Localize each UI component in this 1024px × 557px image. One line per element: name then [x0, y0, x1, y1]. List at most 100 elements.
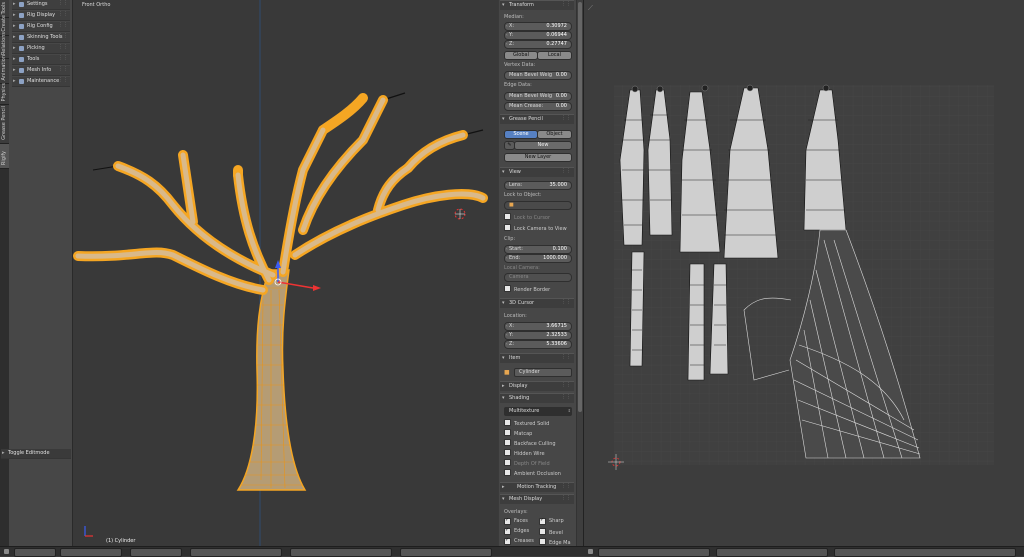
uv-sync-buttons[interactable] [834, 548, 1016, 557]
panel-header-mesh-display[interactable]: ▾ Mesh Display ⋮⋮ [500, 494, 574, 504]
toggle-editmode-panel[interactable]: ▸ Toggle Editmode [1, 449, 71, 459]
shelf-item-maintenance[interactable]: ▸ Maintenance ⋮⋮ [12, 77, 70, 87]
local-button[interactable]: Local [537, 51, 572, 60]
editor-type-icon[interactable] [4, 549, 9, 554]
shelf-item-skinning-tools[interactable]: ▸ Skinning Tools ⋮⋮ [12, 33, 70, 43]
scene-button[interactable]: Scene [504, 130, 538, 139]
object-name-field[interactable]: Cylinder [514, 368, 572, 377]
panel-title: Shading [509, 395, 530, 401]
shading-mode-dropdown[interactable]: Multitexture ⇕ [504, 407, 572, 416]
textured-solid-checkbox[interactable]: Textured Solid [504, 419, 550, 427]
edge-marks-checkbox[interactable]: Edge Ma [539, 538, 571, 546]
faces-checkbox[interactable]: Faces [504, 518, 528, 525]
drag-handle-icon[interactable]: ⋮⋮ [561, 168, 571, 174]
drag-handle-icon[interactable]: ⋮⋮ [58, 22, 68, 28]
global-button[interactable]: Global [504, 51, 538, 60]
snap-buttons[interactable] [290, 548, 392, 557]
shelf-item-settings[interactable]: ▸ Settings ⋮⋮ [12, 0, 70, 10]
lens-field[interactable]: ‹ Lens: 35.000 [504, 181, 572, 190]
creases-checkbox[interactable]: Creases [504, 538, 534, 545]
field-key: Y: [509, 32, 514, 38]
cursor-y-field[interactable]: ‹ Y: 2.32533 [504, 331, 572, 340]
cursor-z-field[interactable]: ‹ Z: 5.33606 [504, 340, 572, 349]
local-camera-field[interactable]: Camera [504, 273, 572, 282]
drag-handle-icon[interactable]: ⋮⋮ [561, 1, 571, 7]
uv-image-editor[interactable]: ⟋ [583, 0, 1024, 546]
mean-bevel-weight-edge-field[interactable]: Mean Bevel Weig 0.00 [504, 92, 572, 101]
field-value: 1000.000 [543, 255, 567, 261]
cursor-x-field[interactable]: ‹ X: 3.66715 [504, 322, 572, 331]
lock-camera-to-view-checkbox[interactable]: Lock Camera to View [504, 224, 567, 232]
bevel-checkbox[interactable]: Bevel [539, 528, 563, 536]
tab-grease-pencil[interactable]: Grease Pencil [0, 105, 9, 144]
lock-to-cursor-checkbox[interactable]: Lock to Cursor [504, 213, 550, 221]
shading-buttons[interactable] [190, 548, 282, 557]
drag-handle-icon[interactable]: ⋮⋮ [561, 354, 571, 360]
layer-buttons[interactable] [400, 548, 492, 557]
uv-editor-type-icon[interactable] [588, 549, 593, 554]
hidden-wire-checkbox[interactable]: Hidden Wire [504, 449, 545, 457]
select-menu-button[interactable] [60, 548, 122, 557]
median-x-field[interactable]: ‹ X: 0.30972 [504, 22, 572, 31]
scrollbar-thumb[interactable] [578, 2, 582, 412]
mode-dropdown[interactable] [130, 548, 182, 557]
panel-header-motion-tracking[interactable]: ▸ Motion Tracking ⋮⋮ [500, 482, 574, 492]
panel-header-3d-cursor[interactable]: ▾ 3D Cursor ⋮⋮ [500, 298, 574, 308]
drag-handle-icon[interactable]: ⋮⋮ [58, 66, 68, 72]
drag-handle-icon[interactable]: ⋮⋮ [58, 44, 68, 50]
sharp-checkbox[interactable]: Sharp [539, 518, 564, 525]
3d-cursor-icon[interactable] [454, 208, 466, 220]
shelf-item-rig-config[interactable]: ▸ Rig Config ⋮⋮ [12, 22, 70, 32]
drag-handle-icon[interactable]: ⋮⋮ [561, 483, 571, 489]
panel-header-grease-pencil[interactable]: ▾ Grease Pencil ⋮⋮ [500, 114, 574, 124]
drag-handle-icon[interactable]: ⋮⋮ [58, 55, 68, 61]
uv-menus[interactable] [598, 548, 710, 557]
tab-physics[interactable]: Physics [0, 83, 9, 105]
tab-animation[interactable]: Animation [0, 55, 9, 84]
3d-viewport[interactable] [73, 0, 498, 546]
mean-bevel-weight-vertex-field[interactable]: Mean Bevel Weig 0.00 [504, 71, 572, 80]
lock-object-field[interactable]: ■ [504, 201, 572, 210]
field-key: Mean Bevel Weig [509, 93, 553, 99]
drag-handle-icon[interactable]: ⋮⋮ [58, 11, 68, 17]
median-z-field[interactable]: ‹ Z: 0.27747 [504, 40, 572, 49]
checkbox-label: Textured Solid [514, 421, 550, 427]
backface-culling-checkbox[interactable]: Backface Culling [504, 439, 556, 447]
properties-scrollbar[interactable] [576, 0, 583, 546]
depth-of-field-checkbox[interactable]: Depth Of Field [504, 459, 550, 467]
object-button[interactable]: Object [537, 130, 572, 139]
clip-end-field[interactable]: ‹ End: 1000.000 [504, 254, 572, 263]
drag-handle-icon[interactable]: ⋮⋮ [561, 382, 571, 388]
panel-header-display[interactable]: ▸ Display ⋮⋮ [500, 381, 574, 391]
panel-header-transform[interactable]: ▾ Transform ⋮⋮ [500, 0, 574, 10]
drag-handle-icon[interactable]: ⋮⋮ [58, 77, 68, 83]
median-y-field[interactable]: ‹ Y: 0.06944 [504, 31, 572, 40]
ambient-occlusion-checkbox[interactable]: Ambient Occlusion [504, 469, 561, 477]
uv-image-selector[interactable] [716, 548, 828, 557]
shelf-item-tools[interactable]: ▸ Tools ⋮⋮ [12, 55, 70, 65]
new-layer-button[interactable]: New Layer [504, 153, 572, 162]
panel-header-item[interactable]: ▾ Item ⋮⋮ [500, 353, 574, 363]
edges-checkbox[interactable]: Edges [504, 528, 529, 535]
drag-handle-icon[interactable]: ⋮⋮ [561, 115, 571, 121]
new-grease-pencil-button[interactable]: New [514, 141, 572, 150]
render-border-checkbox[interactable]: Render Border [504, 285, 550, 293]
shelf-item-rig-display[interactable]: ▸ Rig Display ⋮⋮ [12, 11, 70, 21]
panel-title: Motion Tracking [517, 484, 557, 490]
shelf-item-picking[interactable]: ▸ Picking ⋮⋮ [12, 44, 70, 54]
view-menu-button[interactable] [14, 548, 56, 557]
corner-drag-icon[interactable]: ⟋ [588, 4, 593, 13]
drag-handle-icon[interactable]: ⋮⋮ [561, 299, 571, 305]
clip-start-field[interactable]: ‹ Start: 0.100 [504, 245, 572, 254]
drag-handle-icon[interactable]: ⋮⋮ [561, 495, 571, 501]
panel-header-view[interactable]: ▾ View ⋮⋮ [500, 167, 574, 177]
matcap-checkbox[interactable]: Matcap [504, 429, 532, 437]
tab-rigify[interactable]: Rigify [0, 144, 9, 169]
drag-handle-icon[interactable]: ⋮⋮ [561, 394, 571, 400]
drag-handle-icon[interactable]: ⋮⋮ [58, 0, 68, 6]
tree-mesh[interactable] [73, 93, 488, 491]
shelf-item-mesh-info[interactable]: ▸ Mesh Info ⋮⋮ [12, 66, 70, 76]
mean-crease-field[interactable]: Mean Crease: 0.00 [504, 102, 572, 111]
drag-handle-icon[interactable]: ⋮⋮ [58, 33, 68, 39]
panel-header-shading[interactable]: ▾ Shading ⋮⋮ [500, 393, 574, 403]
